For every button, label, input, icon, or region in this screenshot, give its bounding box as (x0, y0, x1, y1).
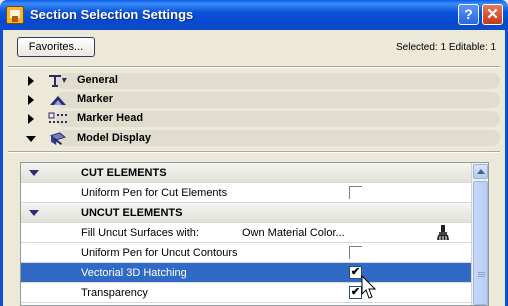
mouse-cursor-icon (361, 275, 377, 299)
fill-uncut-value[interactable]: Own Material Color... (242, 227, 345, 239)
help-button[interactable]: ? (458, 4, 479, 25)
setting-label: Vectorial 3D Hatching (81, 267, 187, 279)
divider (8, 151, 500, 153)
setting-label: Uniform Pen for Uncut Contours (81, 247, 238, 259)
uniform-pen-cut-checkbox[interactable] (349, 186, 362, 199)
divider (8, 66, 500, 68)
section-label: Marker (77, 93, 114, 105)
setting-row-fill-uncut[interactable]: Fill Uncut Surfaces with: Own Material C… (21, 223, 471, 243)
section-marker[interactable]: Marker (8, 91, 500, 109)
section-marker-head[interactable]: Marker Head (8, 110, 500, 128)
brush-icon[interactable] (436, 225, 450, 241)
scroll-up-button[interactable] (473, 164, 488, 179)
section-label: Model Display (77, 132, 151, 144)
category-label: CUT ELEMENTS (81, 167, 167, 179)
window-title: Section Selection Settings (30, 7, 194, 22)
section-label: Marker Head (77, 112, 144, 124)
favorites-button[interactable]: Favorites... (17, 37, 95, 57)
vertical-scrollbar[interactable] (471, 163, 488, 305)
section-general[interactable]: General (8, 72, 500, 90)
app-icon (6, 6, 24, 24)
marker-head-icon (48, 112, 67, 123)
section-label: General (77, 74, 118, 86)
setting-row-transparency[interactable]: Transparency ✔ (21, 283, 471, 303)
section-model-display[interactable]: Model Display (8, 130, 500, 148)
category-uncut-elements[interactable]: UNCUT ELEMENTS (21, 203, 471, 223)
collapse-arrow-icon[interactable] (26, 136, 36, 142)
setting-label: Fill Uncut Surfaces with: (81, 227, 199, 239)
expand-arrow-icon[interactable] (28, 95, 34, 105)
collapse-arrow-icon[interactable] (29, 170, 39, 176)
expand-arrow-icon[interactable] (28, 76, 34, 86)
scroll-thumb[interactable] (473, 181, 488, 305)
setting-row-uniform-pen-cut[interactable]: Uniform Pen for Cut Elements (21, 183, 471, 203)
marker-icon (50, 96, 66, 105)
title-bar: Section Selection Settings ? ✕ (0, 0, 508, 30)
selection-info: Selected: 1 Editable: 1 (396, 42, 497, 53)
model-display-icon (50, 132, 66, 146)
category-label: UNCUT ELEMENTS (81, 207, 183, 219)
expand-arrow-icon[interactable] (28, 114, 34, 124)
setting-row-vectorial-3d-hatching[interactable]: Vectorial 3D Hatching ✔ (21, 263, 471, 283)
category-cut-elements[interactable]: CUT ELEMENTS (21, 163, 471, 183)
close-button[interactable]: ✕ (482, 4, 503, 25)
setting-row-uniform-pen-uncut[interactable]: Uniform Pen for Uncut Contours (21, 243, 471, 263)
setting-label: Uniform Pen for Cut Elements (81, 187, 228, 199)
general-icon (49, 75, 67, 87)
model-display-panel: CUT ELEMENTS Uniform Pen for Cut Element… (20, 162, 489, 306)
collapse-arrow-icon[interactable] (29, 210, 39, 216)
setting-label: Transparency (81, 287, 148, 299)
uniform-pen-uncut-checkbox[interactable] (349, 246, 362, 259)
